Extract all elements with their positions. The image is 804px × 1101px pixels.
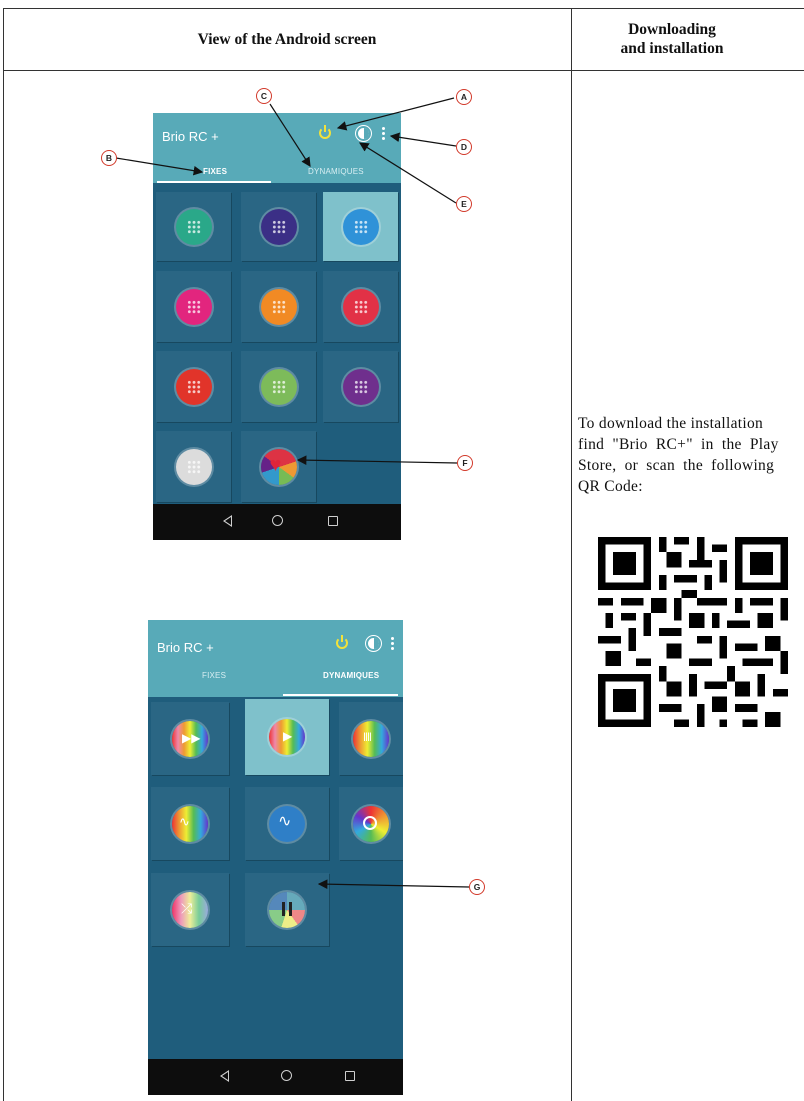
callout-c: C [256,88,272,104]
qr-code [598,537,788,727]
callout-b: B [101,150,117,166]
callout-a: A [456,89,472,105]
callout-g: G [469,879,485,895]
callout-f: F [457,455,473,471]
callout-d: D [456,139,472,155]
callout-e: E [456,196,472,212]
download-instructions: To download the installation find "Brio … [578,415,779,495]
